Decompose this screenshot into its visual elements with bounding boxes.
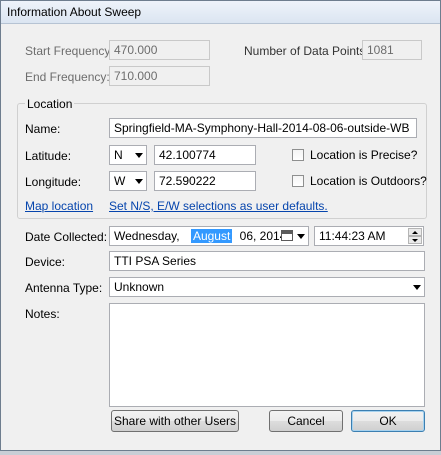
time-picker[interactable]: 11:44:23 AM xyxy=(314,226,424,246)
ok-button[interactable]: OK xyxy=(351,410,425,432)
location-group-title: Location xyxy=(25,97,75,111)
longitude-direction-value: W xyxy=(114,174,126,188)
notes-textarea[interactable] xyxy=(109,303,425,407)
location-precise-checkbox[interactable] xyxy=(292,149,304,161)
time-value: 11:44:23 AM xyxy=(319,229,386,243)
latitude-direction-select[interactable]: N xyxy=(109,145,147,165)
calendar-icon xyxy=(281,230,293,241)
latitude-input[interactable]: 42.100774 xyxy=(154,145,256,165)
date-collected-label: Date Collected: xyxy=(25,230,108,244)
map-location-link[interactable]: Map location xyxy=(25,199,93,213)
date-picker[interactable]: Wednesday, August 06, 2014 xyxy=(109,226,309,246)
location-precise-label: Location is Precise? xyxy=(310,148,418,162)
start-frequency-field: 470.000 xyxy=(109,40,210,60)
chevron-down-icon xyxy=(297,234,305,239)
spin-down-icon[interactable] xyxy=(408,236,422,244)
background-strip xyxy=(0,451,441,455)
share-button[interactable]: Share with other Users xyxy=(111,410,239,432)
device-label: Device: xyxy=(25,255,66,269)
spin-up-icon[interactable] xyxy=(408,228,422,236)
title-bar: Information About Sweep xyxy=(1,1,440,24)
date-rest: 06, 2014 xyxy=(239,229,287,243)
device-input[interactable]: TTI PSA Series xyxy=(109,251,425,271)
antenna-type-value: Unknown xyxy=(114,280,165,294)
location-outdoors-label: Location is Outdoors? xyxy=(310,174,427,188)
cancel-button[interactable]: Cancel xyxy=(269,410,343,432)
window-title: Information About Sweep xyxy=(7,5,142,19)
end-frequency-label: End Frequency: xyxy=(25,70,110,84)
latitude-direction-value: N xyxy=(114,148,123,162)
end-frequency-field: 710.000 xyxy=(109,66,210,86)
time-spinner[interactable] xyxy=(408,228,422,244)
antenna-type-label: Antenna Type: xyxy=(25,281,103,295)
longitude-label: Longitude: xyxy=(25,175,82,189)
date-weekday: Wednesday, xyxy=(114,229,180,243)
set-defaults-link[interactable]: Set N/S, E/W selections as user defaults… xyxy=(109,199,328,213)
longitude-input[interactable]: 72.590222 xyxy=(154,171,256,191)
data-points-label: Number of Data Points: xyxy=(244,44,369,58)
notes-label: Notes: xyxy=(25,307,60,321)
chevron-down-icon xyxy=(413,285,421,290)
name-label: Name: xyxy=(25,122,61,136)
data-points-field: 1081 xyxy=(362,40,422,60)
date-month-selected: August xyxy=(190,229,233,243)
chevron-down-icon xyxy=(135,179,143,184)
location-outdoors-checkbox[interactable] xyxy=(292,175,304,187)
location-name-input[interactable]: Springfield-MA-Symphony-Hall-2014-08-06-… xyxy=(109,118,417,138)
longitude-direction-select[interactable]: W xyxy=(109,171,147,191)
sweep-info-dialog: Information About Sweep Start Frequency:… xyxy=(0,0,441,451)
latitude-label: Latitude: xyxy=(25,149,72,163)
antenna-type-select[interactable]: Unknown xyxy=(109,277,425,297)
start-frequency-label: Start Frequency: xyxy=(25,44,114,58)
chevron-down-icon xyxy=(135,153,143,158)
